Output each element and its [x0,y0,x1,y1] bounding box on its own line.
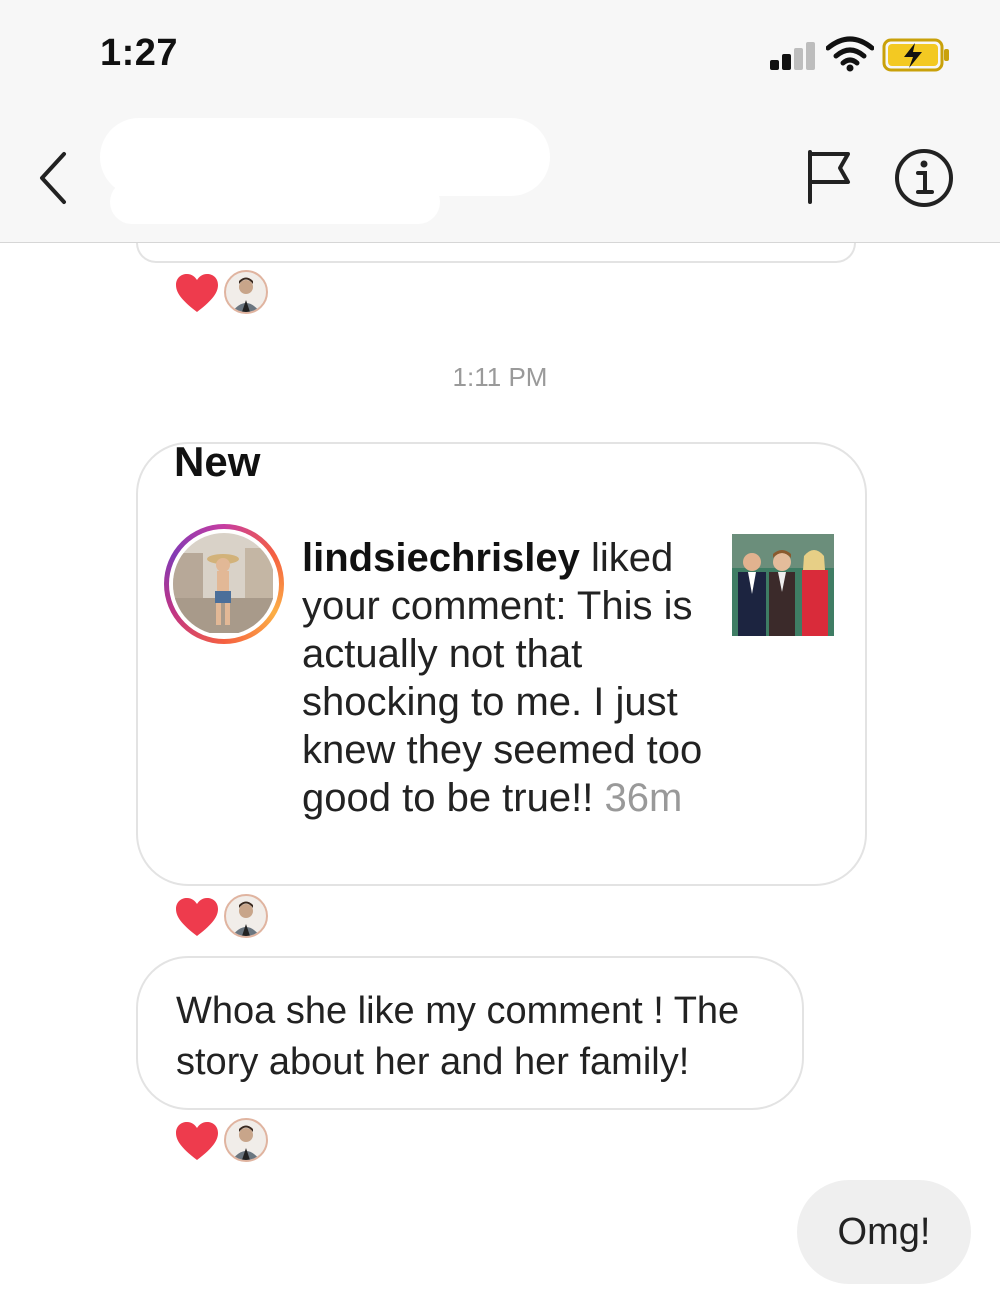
flag-icon[interactable] [800,148,856,204]
reactor-avatar [224,894,268,938]
received-message-bubble[interactable]: Whoa she like my comment ! The story abo… [136,956,804,1110]
status-time: 1:27 [100,32,179,74]
info-circle-icon[interactable] [892,146,956,210]
profile-story-avatar [164,524,284,644]
message-reaction[interactable] [174,270,274,318]
redacted-username-trail [110,180,440,224]
sent-message-bubble[interactable]: Omg! [797,1180,971,1284]
heart-reaction-icon [176,1122,218,1160]
wifi-icon [826,36,874,72]
heart-reaction-icon [176,274,218,312]
notification-section-heading: New [174,442,261,485]
notification-username: lindsiechrisley [302,536,580,580]
message-timestamp: 1:11 PM [452,362,548,392]
heart-reaction-icon [176,898,218,936]
reactor-avatar [224,270,268,314]
message-reaction[interactable] [174,894,274,942]
shared-screenshot-card[interactable]: New lindsiechrisley liked your comment: … [136,442,867,886]
notification-time-ago: 36m [604,776,683,820]
back-chevron-icon[interactable] [30,148,80,208]
battery-charging-icon [882,38,949,72]
post-thumbnail [732,534,834,636]
notification-text: lindsiechrisley liked your comment: This… [302,534,712,822]
cellular-signal-icon [770,40,818,70]
message-reaction[interactable] [174,1118,274,1166]
reactor-avatar [224,1118,268,1162]
top-bar: 1:27 [0,0,1000,243]
previous-message-bubble[interactable] [136,243,856,263]
